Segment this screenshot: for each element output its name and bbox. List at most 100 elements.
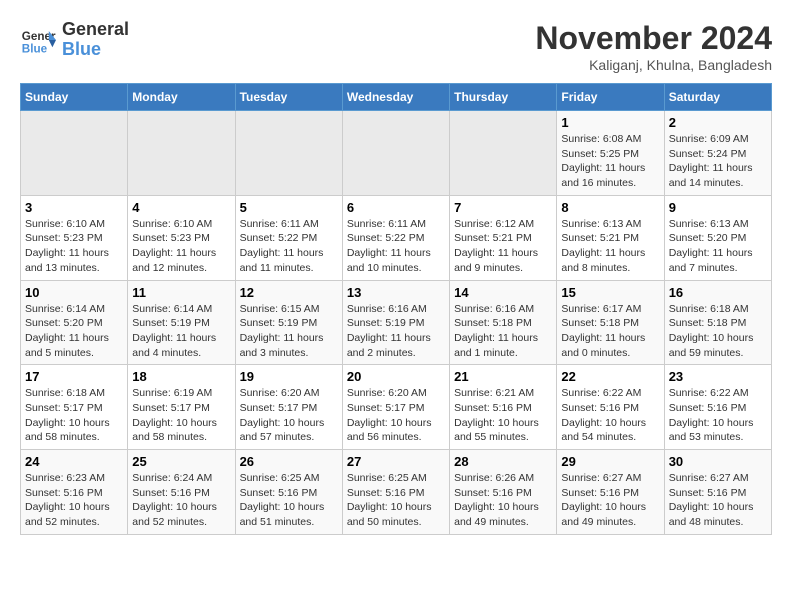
day-number: 26 (240, 454, 338, 469)
day-number: 21 (454, 369, 552, 384)
calendar-cell: 18 Sunrise: 6:19 AM Sunset: 5:17 PM Dayli… (128, 365, 235, 450)
day-number: 27 (347, 454, 445, 469)
day-info: Sunrise: 6:15 AM Sunset: 5:19 PM Dayligh… (240, 302, 338, 361)
calendar-cell: 12 Sunrise: 6:15 AM Sunset: 5:19 PM Dayli… (235, 280, 342, 365)
day-info: Sunrise: 6:21 AM Sunset: 5:16 PM Dayligh… (454, 386, 552, 445)
logo-icon: General Blue (20, 22, 56, 58)
calendar-table: SundayMondayTuesdayWednesdayThursdayFrid… (20, 83, 772, 535)
calendar-cell: 23 Sunrise: 6:22 AM Sunset: 5:16 PM Dayli… (664, 365, 771, 450)
calendar-week-3: 10Sunrise: 6:14 AM Sunset: 5:20 PM Dayli… (21, 280, 772, 365)
day-number: 3 (25, 200, 123, 215)
day-number: 14 (454, 285, 552, 300)
day-info: Sunrise: 6:17 AM Sunset: 5:18 PM Dayligh… (561, 302, 659, 361)
calendar-body: 1Sunrise: 6:08 AM Sunset: 5:25 PM Daylig… (21, 111, 772, 535)
day-number: 8 (561, 200, 659, 215)
day-number: 18 (132, 369, 230, 384)
calendar-cell: 9 Sunrise: 6:13 AM Sunset: 5:20 PM Daylig… (664, 195, 771, 280)
calendar-cell: 25 Sunrise: 6:24 AM Sunset: 5:16 PM Dayli… (128, 450, 235, 535)
day-info: Sunrise: 6:20 AM Sunset: 5:17 PM Dayligh… (347, 386, 445, 445)
day-info: Sunrise: 6:22 AM Sunset: 5:16 PM Dayligh… (561, 386, 659, 445)
day-number: 15 (561, 285, 659, 300)
logo-line2: Blue (62, 40, 129, 60)
day-info: Sunrise: 6:12 AM Sunset: 5:21 PM Dayligh… (454, 217, 552, 276)
calendar-cell: 24 Sunrise: 6:23 AM Sunset: 5:16 PM Dayli… (21, 450, 128, 535)
calendar-cell (21, 111, 128, 196)
day-number: 1 (561, 115, 659, 130)
calendar-cell (128, 111, 235, 196)
weekday-header-friday: Friday (557, 84, 664, 111)
calendar-cell (450, 111, 557, 196)
day-info: Sunrise: 6:18 AM Sunset: 5:17 PM Dayligh… (25, 386, 123, 445)
logo-line1: General (62, 20, 129, 40)
calendar-header-row: SundayMondayTuesdayWednesdayThursdayFrid… (21, 84, 772, 111)
calendar-cell (235, 111, 342, 196)
calendar-week-1: 1Sunrise: 6:08 AM Sunset: 5:25 PM Daylig… (21, 111, 772, 196)
weekday-header-saturday: Saturday (664, 84, 771, 111)
calendar-cell: 19 Sunrise: 6:20 AM Sunset: 5:17 PM Dayli… (235, 365, 342, 450)
day-number: 2 (669, 115, 767, 130)
calendar-cell: 14 Sunrise: 6:16 AM Sunset: 5:18 PM Dayli… (450, 280, 557, 365)
calendar-cell: 15 Sunrise: 6:17 AM Sunset: 5:18 PM Dayli… (557, 280, 664, 365)
calendar-cell: 30Sunrise: 6:27 AM Sunset: 5:16 PM Dayli… (664, 450, 771, 535)
day-number: 24 (25, 454, 123, 469)
calendar-cell: 13Sunrise: 6:16 AM Sunset: 5:19 PM Dayli… (342, 280, 449, 365)
day-number: 22 (561, 369, 659, 384)
day-info: Sunrise: 6:16 AM Sunset: 5:18 PM Dayligh… (454, 302, 552, 361)
calendar-cell: 2Sunrise: 6:09 AM Sunset: 5:24 PM Daylig… (664, 111, 771, 196)
day-info: Sunrise: 6:19 AM Sunset: 5:17 PM Dayligh… (132, 386, 230, 445)
calendar-cell: 11Sunrise: 6:14 AM Sunset: 5:19 PM Dayli… (128, 280, 235, 365)
logo: General Blue General Blue (20, 20, 129, 60)
day-number: 19 (240, 369, 338, 384)
day-info: Sunrise: 6:11 AM Sunset: 5:22 PM Dayligh… (240, 217, 338, 276)
calendar-cell: 29Sunrise: 6:27 AM Sunset: 5:16 PM Dayli… (557, 450, 664, 535)
weekday-header-monday: Monday (128, 84, 235, 111)
calendar-cell: 17 Sunrise: 6:18 AM Sunset: 5:17 PM Dayli… (21, 365, 128, 450)
day-info: Sunrise: 6:27 AM Sunset: 5:16 PM Dayligh… (561, 471, 659, 530)
day-number: 9 (669, 200, 767, 215)
day-info: Sunrise: 6:23 AM Sunset: 5:16 PM Dayligh… (25, 471, 123, 530)
day-number: 5 (240, 200, 338, 215)
day-info: Sunrise: 6:18 AM Sunset: 5:18 PM Dayligh… (669, 302, 767, 361)
day-info: Sunrise: 6:24 AM Sunset: 5:16 PM Dayligh… (132, 471, 230, 530)
calendar-cell: 28 Sunrise: 6:26 AM Sunset: 5:16 PM Dayli… (450, 450, 557, 535)
calendar-cell: 26 Sunrise: 6:25 AM Sunset: 5:16 PM Dayli… (235, 450, 342, 535)
day-info: Sunrise: 6:25 AM Sunset: 5:16 PM Dayligh… (347, 471, 445, 530)
title-area: November 2024 Kaliganj, Khulna, Banglade… (535, 20, 772, 73)
calendar-cell (342, 111, 449, 196)
calendar-cell: 7 Sunrise: 6:12 AM Sunset: 5:21 PM Daylig… (450, 195, 557, 280)
day-info: Sunrise: 6:22 AM Sunset: 5:16 PM Dayligh… (669, 386, 767, 445)
calendar-cell: 3 Sunrise: 6:10 AM Sunset: 5:23 PM Daylig… (21, 195, 128, 280)
day-info: Sunrise: 6:11 AM Sunset: 5:22 PM Dayligh… (347, 217, 445, 276)
calendar-cell: 10Sunrise: 6:14 AM Sunset: 5:20 PM Dayli… (21, 280, 128, 365)
weekday-header-thursday: Thursday (450, 84, 557, 111)
calendar-cell: 16 Sunrise: 6:18 AM Sunset: 5:18 PM Dayli… (664, 280, 771, 365)
day-info: Sunrise: 6:13 AM Sunset: 5:21 PM Dayligh… (561, 217, 659, 276)
day-number: 4 (132, 200, 230, 215)
weekday-header-tuesday: Tuesday (235, 84, 342, 111)
page-header: General Blue General Blue November 2024 … (20, 20, 772, 73)
day-number: 23 (669, 369, 767, 384)
day-number: 6 (347, 200, 445, 215)
day-info: Sunrise: 6:26 AM Sunset: 5:16 PM Dayligh… (454, 471, 552, 530)
day-number: 30 (669, 454, 767, 469)
weekday-header-wednesday: Wednesday (342, 84, 449, 111)
calendar-week-5: 24 Sunrise: 6:23 AM Sunset: 5:16 PM Dayli… (21, 450, 772, 535)
day-number: 7 (454, 200, 552, 215)
day-number: 20 (347, 369, 445, 384)
calendar-week-4: 17 Sunrise: 6:18 AM Sunset: 5:17 PM Dayli… (21, 365, 772, 450)
day-info: Sunrise: 6:13 AM Sunset: 5:20 PM Dayligh… (669, 217, 767, 276)
day-number: 12 (240, 285, 338, 300)
day-number: 25 (132, 454, 230, 469)
day-number: 28 (454, 454, 552, 469)
day-number: 17 (25, 369, 123, 384)
day-info: Sunrise: 6:20 AM Sunset: 5:17 PM Dayligh… (240, 386, 338, 445)
day-number: 16 (669, 285, 767, 300)
day-info: Sunrise: 6:25 AM Sunset: 5:16 PM Dayligh… (240, 471, 338, 530)
day-info: Sunrise: 6:16 AM Sunset: 5:19 PM Dayligh… (347, 302, 445, 361)
weekday-header-sunday: Sunday (21, 84, 128, 111)
calendar-cell: 5 Sunrise: 6:11 AM Sunset: 5:22 PM Daylig… (235, 195, 342, 280)
month-title: November 2024 (535, 20, 772, 57)
location: Kaliganj, Khulna, Bangladesh (535, 57, 772, 73)
calendar-cell: 21 Sunrise: 6:21 AM Sunset: 5:16 PM Dayli… (450, 365, 557, 450)
day-info: Sunrise: 6:10 AM Sunset: 5:23 PM Dayligh… (25, 217, 123, 276)
